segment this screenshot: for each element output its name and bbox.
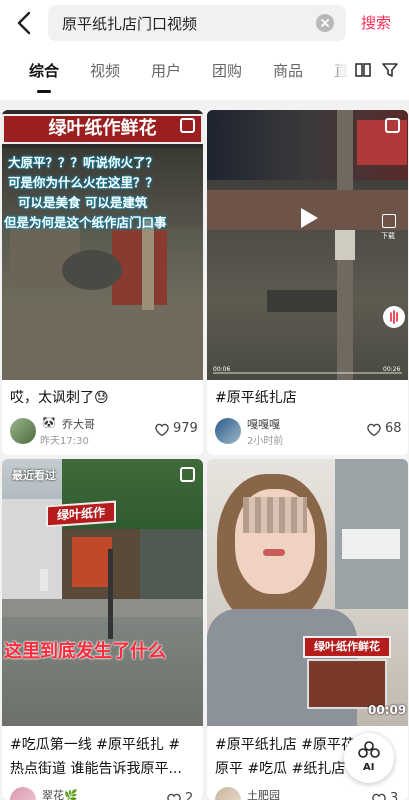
search-header: 原平纸扎店门口视频 搜索	[0, 0, 409, 46]
progress-track[interactable]	[213, 372, 402, 374]
layout-toggle-icon[interactable]	[354, 61, 372, 79]
author-name[interactable]: 翠花🌿	[42, 787, 78, 800]
overlay-caption: 这里到底发生了什么	[4, 641, 166, 662]
overlay-caption-line: 可是你为什么火在这里？？	[8, 175, 159, 190]
like-count: 2	[185, 791, 194, 800]
tab-video[interactable]: 视频	[90, 60, 120, 81]
ai-sparkle-icon	[358, 741, 380, 758]
post-time: 昨天17:30	[40, 436, 89, 447]
filter-icon[interactable]	[381, 61, 399, 79]
video-thumbnail: 下载 00:06 00:26	[207, 110, 408, 380]
author-name[interactable]: 乔大哥	[62, 416, 95, 432]
back-arrow-icon[interactable]	[10, 8, 40, 38]
tab-all[interactable]: 综合	[29, 60, 59, 81]
play-icon[interactable]	[299, 207, 319, 229]
search-query-text: 原平纸扎店门口视频	[62, 15, 198, 33]
search-results-page: 原平纸扎店门口视频 搜索 综合 视频 用户 团购 商品 直 绿叶纸作鲜花	[0, 0, 409, 800]
card-title: #吃瓜第一线 #原平纸扎 #	[10, 737, 181, 753]
result-card[interactable]: 绿叶纸作鲜花 大原平？？？听说你火了？ 可是你为什么火在这里？？ 可以是美食 可…	[2, 110, 203, 455]
overlay-caption-line: 大原平？？？听说你火了？	[8, 155, 159, 170]
video-type-icon	[180, 467, 195, 482]
shop-sign: 绿叶纸作鲜花	[303, 636, 391, 658]
result-card[interactable]: 下载 00:06 00:26 #原平纸扎店 嘎嘎嘎 2小时前 68	[207, 110, 408, 455]
ai-label: AI	[363, 762, 375, 773]
video-thumbnail: 绿叶纸作鲜花 大原平？？？听说你火了？ 可是你为什么火在这里？？ 可以是美食 可…	[2, 110, 203, 380]
heart-icon[interactable]	[166, 792, 182, 800]
result-card[interactable]: 绿叶纸作 最近看过 这里到底发生了什么 #吃瓜第一线 #原平纸扎 # 热点街道 …	[2, 459, 203, 800]
active-tab-indicator	[37, 90, 51, 93]
card-title: #原平纸扎店	[215, 390, 297, 406]
tab-group-buy[interactable]: 团购	[212, 60, 242, 81]
search-input[interactable]: 原平纸扎店门口视频	[48, 5, 346, 41]
post-time: 2小时前	[247, 436, 284, 447]
card-title-line-2: 热点街道 谁能告诉我原平...	[10, 761, 182, 777]
overlay-caption-line: 可以是美食 可以是建筑	[18, 195, 148, 210]
author-name[interactable]: 土肥园	[247, 787, 280, 800]
filter-tabs: 综合 视频 用户 团购 商品 直	[0, 46, 409, 100]
card-title: #原平纸扎店 #原平花	[215, 737, 355, 753]
clear-search-icon[interactable]	[316, 14, 334, 32]
video-thumbnail: 绿叶纸作 最近看过 这里到底发生了什么	[2, 459, 203, 726]
heart-icon[interactable]	[366, 422, 382, 437]
avatar[interactable]	[215, 787, 241, 800]
recently-viewed-label: 最近看过	[12, 469, 56, 482]
video-total-time: 00:26	[383, 366, 401, 373]
search-button[interactable]: 搜索	[361, 12, 391, 33]
video-duration: 00:09	[368, 703, 407, 717]
tab-users[interactable]: 用户	[151, 60, 181, 81]
card-title: 哎，太讽刺了😓	[10, 390, 109, 406]
download-label: 下载	[381, 232, 395, 240]
video-type-icon	[180, 118, 195, 133]
card-title-line-2: 原平 #吃瓜 #纸扎店	[215, 761, 346, 777]
panda-icon: 🐼	[42, 416, 56, 429]
avatar[interactable]	[10, 418, 36, 444]
heart-icon[interactable]	[154, 422, 170, 437]
avatar[interactable]	[215, 418, 241, 444]
video-current-time: 00:06	[213, 366, 231, 373]
download-icon[interactable]	[382, 214, 396, 228]
video-thumbnail: 绿叶纸作鲜花 00:09	[207, 459, 408, 726]
heart-icon[interactable]	[371, 792, 387, 800]
like-count: 979	[173, 421, 198, 436]
like-count: 68	[385, 421, 402, 436]
overlay-caption-line: 但是为何是这个纸作店门口事	[4, 215, 167, 230]
video-type-icon	[385, 118, 400, 133]
blurred-face	[243, 497, 307, 533]
like-count: 3	[390, 791, 399, 800]
author-name[interactable]: 嘎嘎嘎	[247, 416, 280, 432]
audio-icon[interactable]	[383, 306, 405, 328]
tab-products[interactable]: 商品	[273, 60, 303, 81]
shop-sign: 绿叶纸作鲜花	[2, 114, 203, 144]
avatar[interactable]	[10, 787, 36, 800]
ai-assistant-button[interactable]: AI	[344, 733, 394, 783]
